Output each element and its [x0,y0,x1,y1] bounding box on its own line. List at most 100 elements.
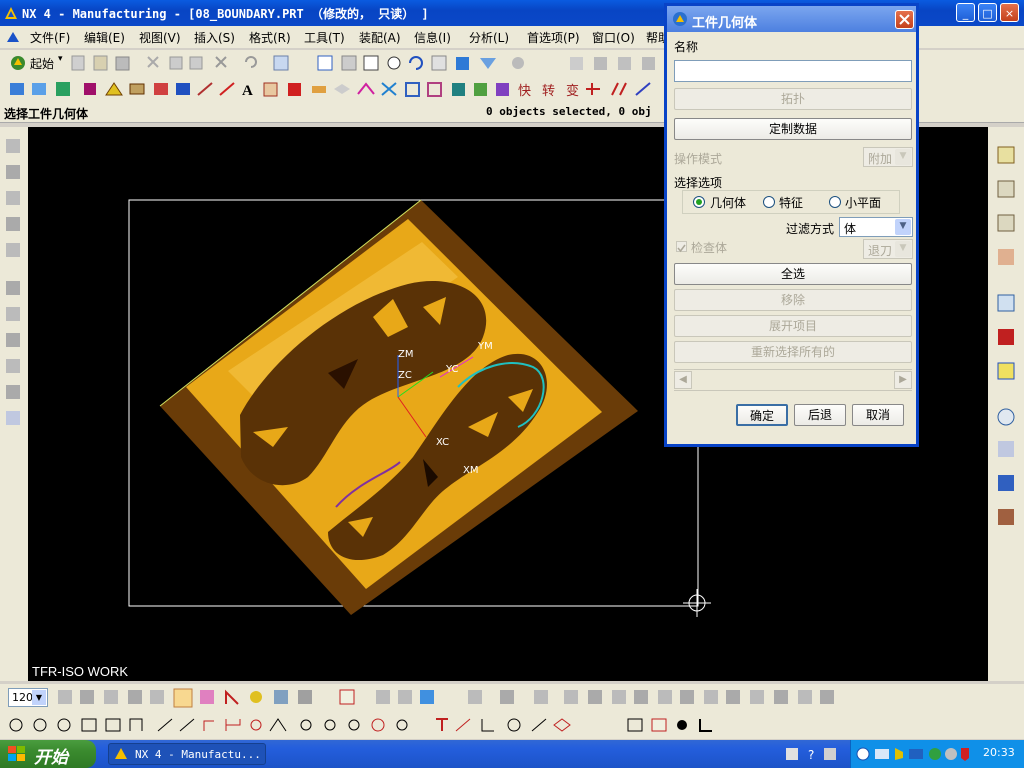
nx-logo-icon [5,7,17,19]
svg-text:转: 转 [542,84,555,99]
custom-data-button[interactable]: 定制数据 [674,118,912,140]
dialog-title: 工件几何体 [692,16,758,31]
axis-label-zm: ZM [398,349,414,360]
close-icon [899,14,910,25]
menu-analysis[interactable]: 分析(L) [469,29,509,46]
menu-file[interactable]: 文件(F) [30,29,70,46]
left-resource-bar [0,127,28,681]
name-input[interactable] [674,60,912,82]
name-label: 名称 [674,40,699,54]
back-select[interactable]: 退刀 ▼ [863,239,913,259]
menu-format[interactable]: 格式(R) [249,29,291,46]
cue-prompt: 选择工件几何体 [4,107,89,121]
standard-toolbar-icons[interactable] [70,54,670,72]
resource-bar-icons[interactable] [996,145,1018,545]
manufacturing-toolbar-icons[interactable]: A 快 转 变 [8,80,668,100]
back-button[interactable]: 后退 [794,404,846,426]
radio-feature[interactable] [763,196,775,208]
chevron-down-icon: ▼ [32,690,46,705]
svg-text:快: 快 [518,84,531,99]
start-dropdown-icon[interactable]: ▾ [58,54,63,64]
axis-label-xc: XC [436,437,450,448]
dialog-scrollbar[interactable]: ◀ ▶ [674,369,912,391]
svg-text:变: 变 [566,83,579,99]
select-all-button[interactable]: 全选 [674,263,912,285]
menu-edit[interactable]: 编辑(E) [84,29,125,46]
selection-options-label: 选择选项 [674,176,723,190]
workpiece-geometry-dialog: 工件几何体 名称 拓扑 定制数据 操作模式 附加 ▼ 选择选项 几何体 特征 小… [664,3,919,447]
axis-label-xm: XM [463,465,479,476]
menu-window[interactable]: 窗口(O) [592,29,635,46]
windows-logo-icon [8,746,25,761]
clock: 20:33 [983,746,1015,759]
menu-assembly[interactable]: 装配(A) [359,29,401,46]
start-label: 开始 [34,748,68,768]
filter-label: 过滤方式 [786,222,835,236]
scroll-right-icon[interactable]: ▶ [894,371,912,389]
chevron-down-icon: ▼ [895,241,911,257]
chevron-down-icon: ▼ [895,219,911,235]
filter-value: 体 [844,222,857,236]
quicklaunch-area: ? [784,745,844,763]
axis-label-yc: YC [446,364,459,375]
window-title: NX 4 - Manufacturing - [08_BOUNDARY.PRT … [22,7,429,21]
svg-text:?: ? [808,748,814,762]
topology-button[interactable]: 拓扑 [674,88,912,110]
start-menu-button[interactable]: 起始 [30,55,54,72]
check-body-label: 检查体 [691,241,728,255]
menu-preferences[interactable]: 首选项(P) [527,29,580,46]
curve-toolbar-icons[interactable] [8,716,728,736]
radio-facet[interactable] [829,196,841,208]
view-toolbar-icons[interactable] [54,688,854,708]
check-body-checkbox[interactable] [676,241,687,253]
operation-mode-select[interactable]: 附加 ▼ [863,147,913,167]
close-button[interactable]: × [1000,3,1019,22]
taskbar-item-nx[interactable]: NX 4 - Manufactu... [108,743,266,765]
taskbar-item-label: NX 4 - Manufactu... [135,748,261,761]
back-select-value: 退刀 [868,244,893,258]
minimize-button[interactable]: _ [956,3,975,22]
axis-label-ym: YM [478,341,493,352]
left-toolbar-icons[interactable] [4,135,24,435]
selection-options-group: 几何体 特征 小平面 [682,190,900,214]
nx-dialog-icon [673,12,687,26]
menu-info[interactable]: 信息(I) [414,29,451,46]
menu-view[interactable]: 视图(V) [139,29,181,46]
radio-facet-label: 小平面 [845,196,882,210]
system-tray: 20:33 [850,740,1024,768]
scale-select[interactable]: 120 ▼ [8,688,48,707]
menu-insert[interactable]: 插入(S) [194,29,235,46]
cancel-button[interactable]: 取消 [852,404,904,426]
dialog-title-bar[interactable]: 工件几何体 [667,6,916,32]
nx-small-logo-icon [7,32,19,42]
maximize-button[interactable]: □ [978,3,997,22]
operation-mode-value: 附加 [868,152,893,166]
chevron-down-icon: ▼ [895,149,911,165]
scroll-left-icon[interactable]: ◀ [674,371,692,389]
selection-status: 0 objects selected, 0 obj [486,105,652,118]
radio-geometry-label: 几何体 [710,196,747,210]
start-button[interactable]: 开始 [0,740,96,768]
menu-tools[interactable]: 工具(T) [304,29,345,46]
axis-label-zc: ZC [398,370,412,381]
operation-mode-label: 操作模式 [674,152,723,166]
reselect-all-button[interactable]: 重新选择所有的 [674,341,912,363]
curve-toolbar [0,712,1024,739]
filter-select[interactable]: 体 ▼ [839,217,913,237]
tray-icons[interactable] [855,746,975,762]
dialog-close-button[interactable] [895,10,914,29]
start-icon[interactable] [10,55,26,71]
scale-value: 120 [12,691,33,704]
expand-items-button[interactable]: 展开项目 [674,315,912,337]
remove-button[interactable]: 移除 [674,289,912,311]
quicklaunch-icons[interactable]: ? [784,745,844,763]
radio-feature-label: 特征 [779,196,804,210]
view-label: TFR-ISO WORK [32,664,129,679]
radio-geometry[interactable] [693,196,705,208]
ok-button[interactable]: 确定 [736,404,788,426]
checkmark-icon [677,244,686,253]
view-toolbar: 120 ▼ [0,684,1024,712]
nx-task-icon [115,748,127,759]
svg-text:A: A [242,83,253,99]
right-resource-bar [988,127,1024,681]
